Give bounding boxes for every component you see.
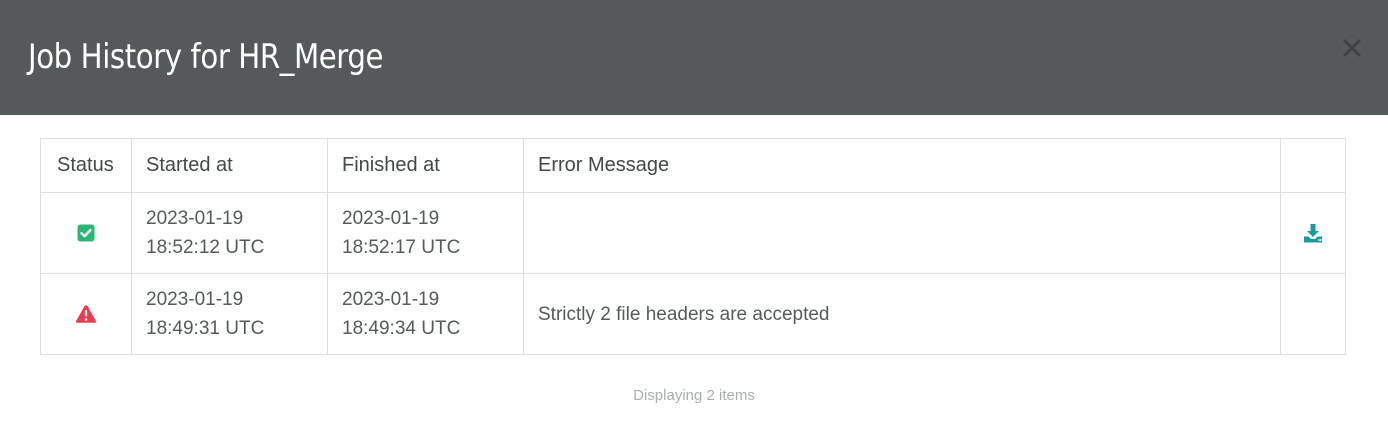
finished-at-cell: 2023-01-19 18:49:34 UTC xyxy=(327,273,524,355)
started-time: 18:52:12 UTC xyxy=(146,237,265,258)
finished-date: 2023-01-19 xyxy=(342,289,440,310)
status-cell xyxy=(40,192,132,274)
column-header-actions xyxy=(1280,138,1346,193)
pagination-summary: Displaying 2 items xyxy=(633,387,755,404)
dialog-title: Job History for HR_Merge xyxy=(28,37,384,77)
started-time: 18:49:31 UTC xyxy=(146,318,265,339)
started-date: 2023-01-19 xyxy=(146,208,244,229)
dialog-header: Job History for HR_Merge xyxy=(0,0,1388,115)
close-button[interactable] xyxy=(1338,34,1366,62)
column-header-status: Status xyxy=(40,138,132,193)
started-date: 2023-01-19 xyxy=(146,289,244,310)
action-cell xyxy=(1280,273,1346,355)
download-button[interactable] xyxy=(1302,219,1324,248)
started-at-cell: 2023-01-19 18:52:12 UTC xyxy=(131,192,328,274)
column-header-started-at: Started at xyxy=(131,138,328,193)
table-row: 2023-01-19 18:52:12 UTC 2023-01-19 18:52… xyxy=(40,192,1346,274)
download-icon xyxy=(1304,224,1322,243)
error-message-cell xyxy=(523,192,1281,274)
finished-time: 18:52:17 UTC xyxy=(342,237,461,258)
check-square-icon xyxy=(77,224,95,242)
error-message-cell: Strictly 2 file headers are accepted xyxy=(523,273,1281,355)
finished-time: 18:49:34 UTC xyxy=(342,318,461,339)
action-cell xyxy=(1280,192,1346,274)
table-row: 2023-01-19 18:49:31 UTC 2023-01-19 18:49… xyxy=(40,273,1346,355)
job-history-table-container: Status Started at Finished at Error Mess… xyxy=(40,138,1346,355)
finished-at-cell: 2023-01-19 18:52:17 UTC xyxy=(327,192,524,274)
close-icon xyxy=(1343,39,1361,57)
status-cell xyxy=(40,273,132,355)
column-header-error-message: Error Message xyxy=(523,138,1281,193)
job-history-table: Status Started at Finished at Error Mess… xyxy=(40,138,1346,355)
started-at-cell: 2023-01-19 18:49:31 UTC xyxy=(131,273,328,355)
job-history-dialog: Job History for HR_Merge Status Started … xyxy=(0,0,1388,422)
finished-date: 2023-01-19 xyxy=(342,208,440,229)
table-header-row: Status Started at Finished at Error Mess… xyxy=(40,138,1346,193)
column-header-finished-at: Finished at xyxy=(327,138,524,193)
warning-triangle-icon xyxy=(75,305,97,324)
